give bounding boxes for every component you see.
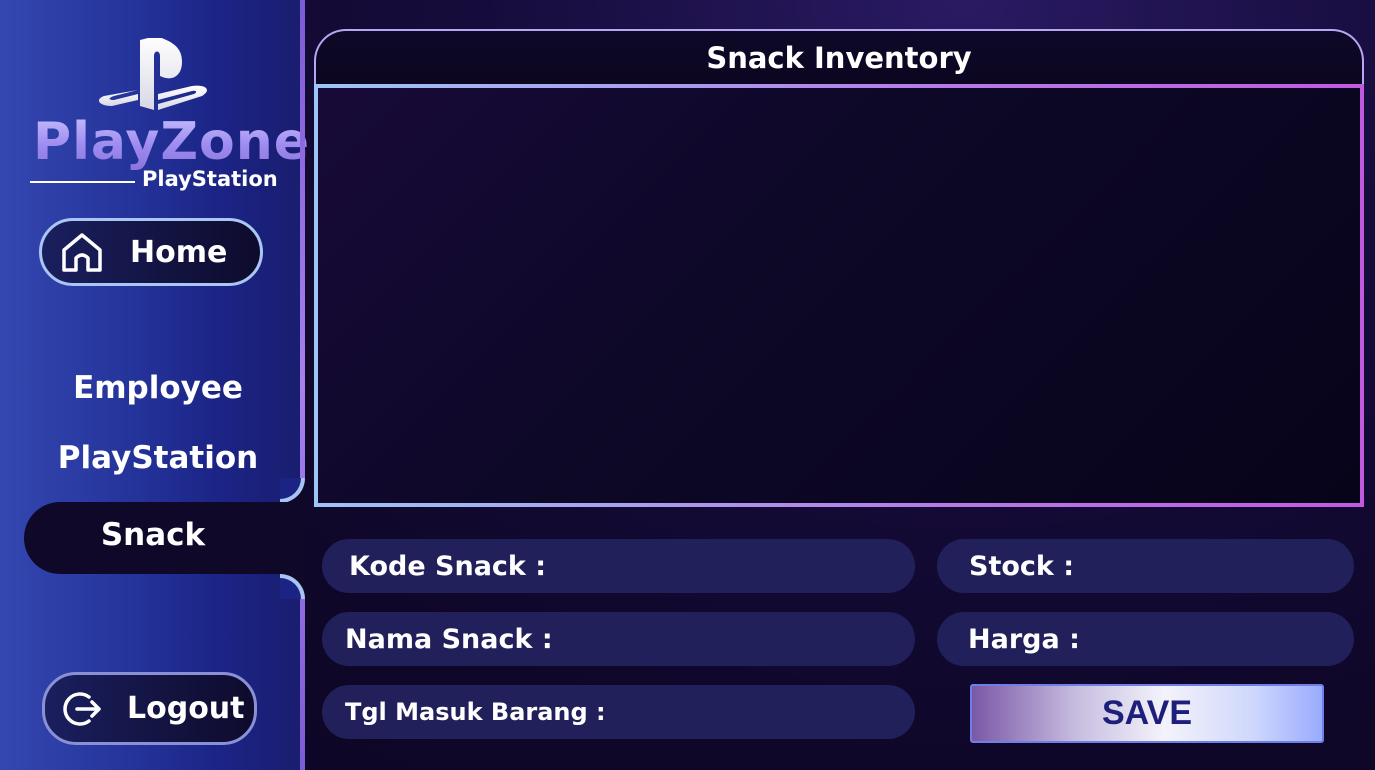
sidebar-item-snack-label[interactable]: Snack bbox=[3, 517, 303, 553]
sidebar: PlayZone PlayStation Home Employee PlayS… bbox=[0, 0, 309, 770]
home-icon bbox=[62, 233, 102, 272]
kode-snack-field[interactable]: Kode Snack : bbox=[322, 539, 915, 593]
tgl-masuk-label: Tgl Masuk Barang : bbox=[345, 698, 606, 726]
home-label: Home bbox=[130, 234, 228, 270]
nama-snack-field[interactable]: Nama Snack : bbox=[322, 612, 915, 666]
page-title: Snack Inventory bbox=[706, 41, 972, 75]
kode-snack-label: Kode Snack : bbox=[349, 550, 547, 582]
harga-field[interactable]: Harga : bbox=[937, 612, 1354, 666]
brand-subtitle: PlayStation bbox=[142, 167, 278, 191]
logout-icon bbox=[63, 691, 101, 726]
logout-button[interactable]: Logout bbox=[42, 672, 257, 745]
stock-label: Stock : bbox=[969, 550, 1075, 582]
home-button[interactable]: Home bbox=[39, 218, 263, 286]
sidebar-item-employee[interactable]: Employee bbox=[8, 370, 308, 406]
snack-table[interactable] bbox=[314, 84, 1364, 507]
nama-snack-label: Nama Snack : bbox=[345, 623, 553, 655]
sidebar-item-playstation[interactable]: PlayStation bbox=[8, 440, 308, 476]
active-tab-curve-top bbox=[280, 478, 305, 503]
brand-logo: PlayZone PlayStation bbox=[0, 18, 309, 191]
sidebar-divider bbox=[300, 0, 305, 770]
harga-label: Harga : bbox=[968, 623, 1080, 655]
brand-divider bbox=[30, 181, 135, 183]
save-button[interactable]: SAVE bbox=[970, 684, 1324, 743]
panel-header: Snack Inventory bbox=[314, 29, 1364, 89]
playstation-logo-icon bbox=[98, 38, 207, 110]
brand-name: PlayZone bbox=[33, 112, 311, 172]
stock-field[interactable]: Stock : bbox=[937, 539, 1354, 593]
active-tab-curve-bottom bbox=[280, 574, 305, 599]
logout-label: Logout bbox=[127, 691, 245, 726]
tgl-masuk-field[interactable]: Tgl Masuk Barang : bbox=[322, 685, 915, 739]
